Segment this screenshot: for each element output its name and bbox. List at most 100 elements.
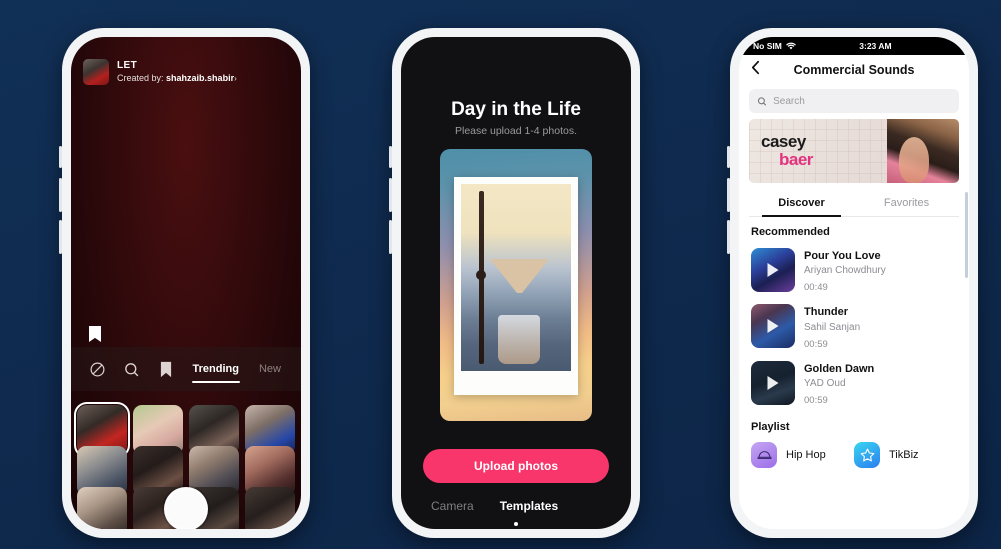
playlist-item-hip-hop[interactable]: Hip Hop	[751, 441, 854, 468]
track-duration: 00:49	[804, 282, 828, 294]
polaroid-frame	[454, 177, 578, 395]
track-title: Pour You Love	[804, 250, 881, 262]
album-art[interactable]	[751, 360, 795, 405]
banner-line-1: casey	[761, 132, 806, 151]
creator-bar[interactable]: LET Created by: shahzaib.shabir›	[83, 59, 237, 85]
track-duration: 00:59	[804, 338, 828, 350]
tab-favorites[interactable]: Favorites	[854, 191, 959, 216]
track-artist: Ariyan Chowdhury	[804, 265, 886, 277]
banner-text: casey baer	[761, 133, 813, 169]
carrier-label: No SIM	[753, 41, 782, 51]
creator-handle[interactable]: shahzaib.shabir	[166, 73, 234, 83]
recommended-heading: Recommended	[751, 226, 830, 238]
cap-icon-glyph	[757, 451, 771, 459]
template-subtitle: Please upload 1-4 photos.	[454, 125, 577, 137]
clock-label: 3:23 AM	[859, 41, 892, 51]
playlist-label: Hip Hop	[786, 448, 826, 461]
screenshot-canvas: LET Created by: shahzaib.shabir› Trendin…	[0, 0, 1001, 549]
status-bar: No SIM 3:23 AM	[739, 37, 969, 55]
track-row[interactable]: Golden Dawn YAD Oud 00:59	[739, 356, 969, 412]
banner-line-2: baer	[779, 149, 813, 169]
phone2-volume-down[interactable]	[389, 220, 392, 254]
tab-trending[interactable]: Trending	[183, 347, 249, 391]
save-effect-button[interactable]	[83, 322, 107, 346]
search-effects-button[interactable]	[115, 347, 149, 391]
phone1-volume-up[interactable]	[59, 178, 62, 212]
phone-mockup-sounds: No SIM 3:23 AM Commercial Sounds Search …	[727, 28, 978, 538]
track-meta: Golden Dawn YAD Oud 00:59	[804, 361, 874, 406]
phone2-volume-up[interactable]	[389, 178, 392, 212]
tab-new[interactable]: New	[249, 347, 291, 391]
phone1-silent-switch[interactable]	[59, 146, 62, 168]
star-icon	[854, 441, 880, 468]
playlist-row: Hip Hop TikBiz	[739, 438, 969, 468]
track-title: Golden Dawn	[804, 362, 875, 375]
nav-bar: Commercial Sounds	[739, 55, 969, 85]
phone2-screen: Day in the Life Please upload 1-4 photos…	[401, 37, 631, 529]
promo-banner[interactable]: casey baer	[749, 119, 959, 183]
phone-mockup-template: Day in the Life Please upload 1-4 photos…	[389, 28, 640, 538]
tab-templates[interactable]: Templates	[500, 499, 558, 513]
effect-title: LET	[117, 60, 138, 72]
phone-mockup-effects: LET Created by: shahzaib.shabir› Trendin…	[59, 28, 310, 538]
polaroid-photo	[461, 184, 571, 371]
bookmark-icon	[89, 326, 101, 342]
pour-knob-shape	[475, 270, 486, 281]
banner-portrait	[887, 119, 959, 183]
cap-icon	[751, 441, 777, 468]
effect-thumbnail[interactable]	[77, 487, 127, 529]
status-left: No SIM	[753, 41, 796, 51]
track-title: Thunder	[804, 306, 848, 319]
track-duration: 00:59	[804, 394, 828, 406]
play-icon	[767, 263, 779, 277]
track-row[interactable]: Thunder Sahil Sanjan 00:59	[739, 299, 969, 355]
saved-effects-button[interactable]	[149, 347, 183, 391]
phone1-screen: LET Created by: shahzaib.shabir› Trendin…	[71, 37, 301, 529]
phone2-silent-switch[interactable]	[389, 146, 392, 168]
track-meta: Thunder Sahil Sanjan 00:59	[804, 304, 860, 349]
track-artist: Sahil Sanjan	[804, 321, 861, 333]
phone3-volume-up[interactable]	[727, 178, 730, 212]
album-art[interactable]	[751, 304, 795, 349]
page-title: Commercial Sounds	[793, 63, 915, 77]
bookmark-icon	[160, 361, 171, 377]
play-icon	[767, 319, 779, 334]
no-filter-icon	[90, 362, 105, 376]
tab-discover[interactable]: Discover	[749, 191, 854, 217]
template-title: Day in the Life	[451, 99, 581, 120]
upload-photos-button[interactable]: Upload photos	[423, 449, 609, 483]
creator-text: LET Created by: shahzaib.shabir›	[117, 60, 237, 84]
back-chevron-icon	[751, 60, 760, 75]
playlist-heading: Playlist	[751, 420, 790, 433]
track-row[interactable]: Pour You Love Ariyan Chowdhury 00:49	[739, 243, 969, 299]
playlist-label: TikBiz	[889, 448, 919, 461]
back-button[interactable]	[751, 60, 760, 80]
created-by-prefix: Created by:	[117, 72, 164, 83]
library-tabs: Discover Favorites	[749, 191, 959, 217]
search-icon	[125, 362, 139, 376]
track-artist: YAD Oud	[804, 377, 846, 389]
shutter-button[interactable]	[164, 487, 208, 529]
capture-mode-tabs: Camera Templates	[401, 499, 631, 513]
creator-avatar	[83, 59, 109, 85]
phone3-silent-switch[interactable]	[727, 146, 730, 168]
phone3-screen: No SIM 3:23 AM Commercial Sounds Search …	[739, 37, 969, 529]
effects-toolbar: Trending New	[71, 347, 301, 391]
album-art[interactable]	[751, 248, 795, 292]
search-bar[interactable]	[749, 89, 959, 113]
phone1-volume-down[interactable]	[59, 220, 62, 254]
template-preview[interactable]	[440, 149, 592, 421]
play-icon	[767, 375, 779, 390]
search-input[interactable]	[773, 95, 951, 107]
creator-subtitle: Created by: shahzaib.shabir›	[117, 73, 237, 84]
no-filter-button[interactable]	[81, 347, 115, 391]
chevron-right-icon: ›	[234, 73, 237, 83]
playlist-item-tikbiz[interactable]: TikBiz	[854, 441, 957, 468]
effect-thumbnail[interactable]	[245, 487, 295, 529]
phone3-volume-down[interactable]	[727, 220, 730, 254]
tab-camera[interactable]: Camera	[431, 499, 474, 513]
wifi-icon	[785, 42, 796, 50]
coffee-carafe-shape	[498, 314, 541, 364]
star-icon-glyph	[860, 448, 874, 462]
scrollbar[interactable]	[965, 192, 968, 278]
